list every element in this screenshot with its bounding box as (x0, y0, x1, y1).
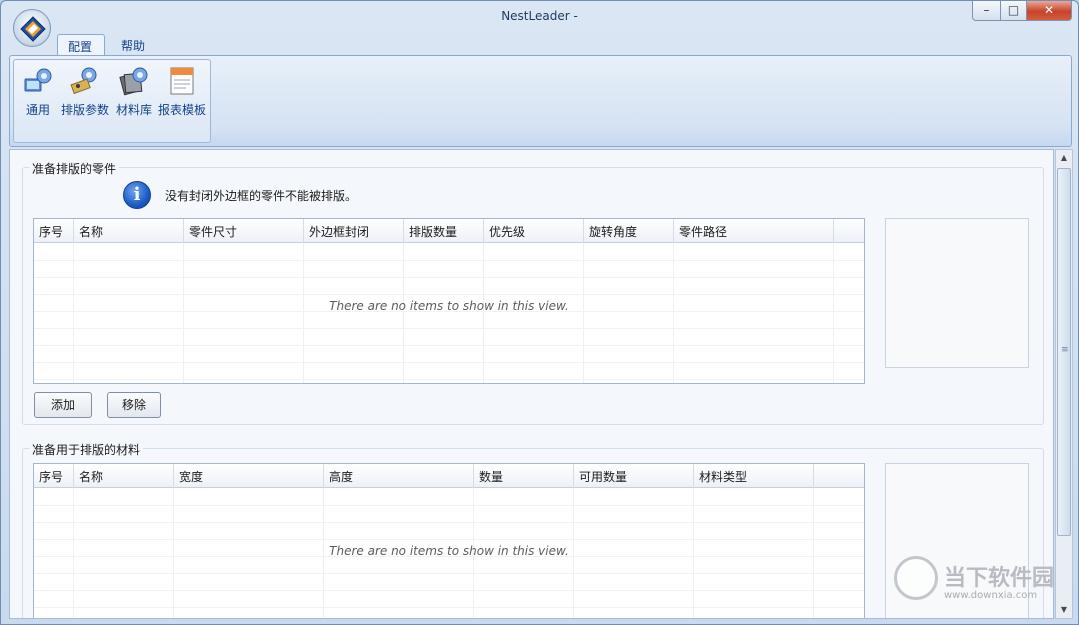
general-settings-icon (24, 68, 52, 92)
material-library-icon (119, 67, 148, 96)
minimize-icon: – (983, 3, 990, 17)
col-height[interactable]: 高度 (324, 464, 474, 488)
watermark-logo-icon (894, 556, 938, 600)
col-name[interactable]: 名称 (74, 219, 184, 243)
parts-table-header: 序号 名称 零件尺寸 外边框封闭 排版数量 优先级 旋转角度 零件路径 (34, 219, 864, 243)
materials-section-title: 准备用于排版的材料 (29, 441, 144, 458)
col-width[interactable]: 宽度 (174, 464, 324, 488)
close-icon: ✕ (1043, 3, 1055, 17)
add-part-button[interactable]: 添加 (34, 392, 92, 418)
col-material-type[interactable]: 材料类型 (694, 464, 814, 488)
window-title: NestLeader - (501, 9, 578, 23)
app-logo-icon (20, 16, 46, 42)
remove-part-button[interactable]: 移除 (107, 392, 161, 418)
col-index[interactable]: 序号 (34, 219, 74, 243)
content-area: 准备排版的零件 i 没有封闭外边框的零件不能被排版。 序号 名称 零件尺寸 外边… (9, 149, 1054, 619)
maximize-button[interactable]: □ (1000, 1, 1027, 21)
vertical-scrollbar[interactable]: ▲ ≡ ▼ (1055, 149, 1073, 619)
materials-table[interactable]: 序号 名称 宽度 高度 数量 可用数量 材料类型 There are no it… (33, 463, 865, 618)
close-button[interactable]: ✕ (1026, 1, 1072, 21)
maximize-icon: □ (1007, 3, 1020, 17)
grip-icon: ≡ (1061, 345, 1069, 355)
report-template-button[interactable]: 报表模板 (156, 65, 208, 118)
materials-table-header: 序号 名称 宽度 高度 数量 可用数量 材料类型 (34, 464, 864, 488)
col-part-size[interactable]: 零件尺寸 (184, 219, 304, 243)
materials-empty-message: There are no items to show in this view. (329, 544, 569, 558)
info-text: 没有封闭外边框的零件不能被排版。 (165, 189, 358, 203)
part-preview-pane (885, 218, 1029, 368)
nesting-params-button[interactable]: 排版参数 (58, 65, 112, 118)
col-quantity[interactable]: 数量 (474, 464, 574, 488)
col-rotation[interactable]: 旋转角度 (584, 219, 674, 243)
parts-section: 准备排版的零件 i 没有封闭外边框的零件不能被排版。 序号 名称 零件尺寸 外边… (22, 160, 1044, 425)
col-available-quantity[interactable]: 可用数量 (574, 464, 694, 488)
tab-config[interactable]: 配置 (57, 34, 105, 56)
col-name[interactable]: 名称 (74, 464, 174, 488)
col-index[interactable]: 序号 (34, 464, 74, 488)
application-menu-button[interactable] (13, 9, 51, 47)
report-template-icon (170, 67, 194, 95)
title-bar: NestLeader - – □ ✕ (1, 1, 1078, 33)
tab-help[interactable]: 帮助 (111, 34, 159, 56)
scroll-down-icon[interactable]: ▼ (1056, 602, 1072, 618)
nesting-params-icon (70, 67, 97, 95)
general-label: 通用 (25, 103, 50, 117)
general-button[interactable]: 通用 (16, 65, 60, 118)
material-library-label: 材料库 (115, 103, 152, 117)
watermark-url: www.downxia.com (944, 590, 1038, 601)
app-window: NestLeader - – □ ✕ 配置 帮助 通用 排版参数 材料库 报表模… (0, 0, 1079, 625)
col-priority[interactable]: 优先级 (484, 219, 584, 243)
col-part-path[interactable]: 零件路径 (674, 219, 834, 243)
col-closed-border[interactable]: 外边框封闭 (304, 219, 404, 243)
parts-table[interactable]: 序号 名称 零件尺寸 外边框封闭 排版数量 优先级 旋转角度 零件路径 Ther… (33, 218, 865, 384)
scroll-up-icon[interactable]: ▲ (1056, 150, 1072, 166)
material-library-button[interactable]: 材料库 (112, 65, 156, 118)
ribbon-group-config: 通用 排版参数 材料库 报表模板 (13, 59, 211, 143)
col-nest-quantity[interactable]: 排版数量 (404, 219, 484, 243)
report-template-label: 报表模板 (157, 103, 206, 117)
minimize-button[interactable]: – (972, 1, 1001, 21)
parts-section-title: 准备排版的零件 (29, 160, 120, 177)
parts-empty-message: There are no items to show in this view. (329, 299, 569, 313)
watermark-text: 当下软件园 (944, 566, 1055, 591)
info-icon: i (123, 181, 151, 209)
nesting-params-label: 排版参数 (60, 103, 109, 117)
materials-section: 准备用于排版的材料 序号 名称 宽度 高度 数量 可用数量 材料类型 There… (22, 441, 1044, 618)
ribbon-panel: 通用 排版参数 材料库 报表模板 (9, 55, 1072, 147)
scrollbar-thumb[interactable]: ≡ (1057, 168, 1071, 536)
